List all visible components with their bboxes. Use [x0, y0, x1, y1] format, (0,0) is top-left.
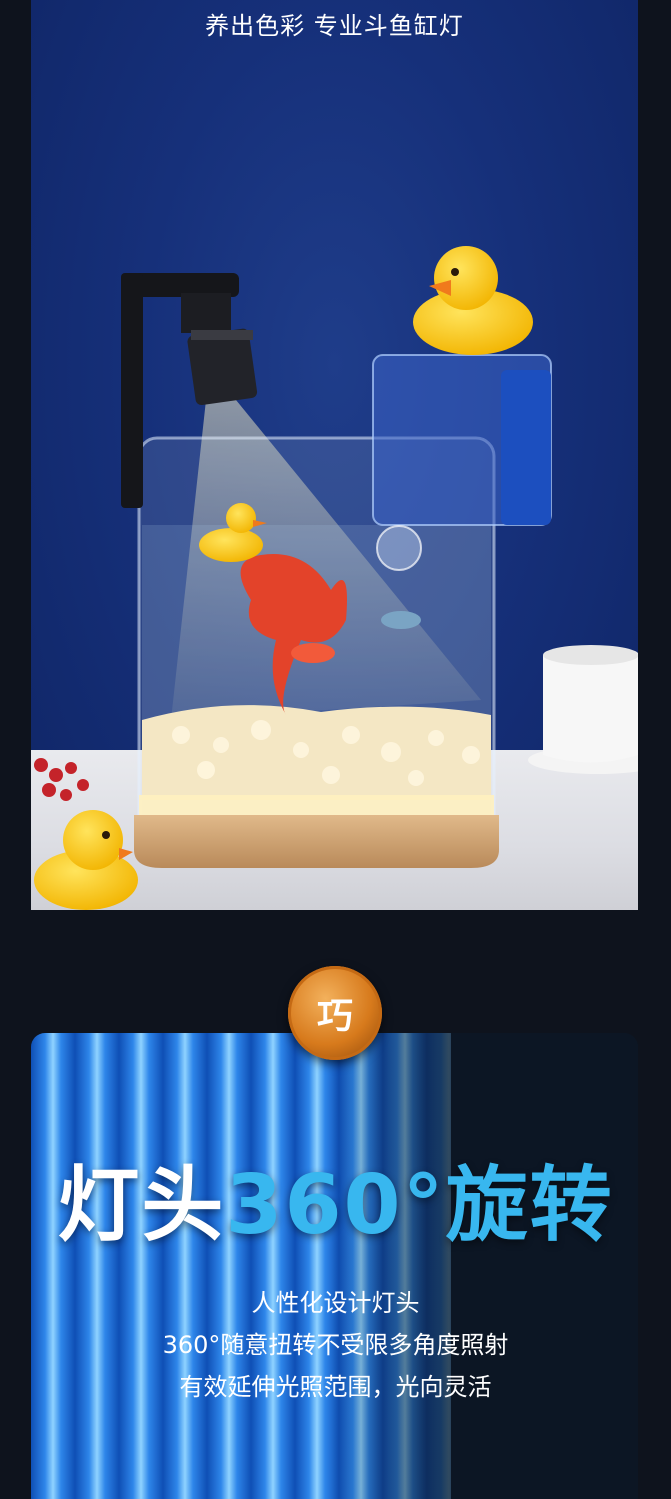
- feature-badge: 巧: [288, 966, 382, 1060]
- aquarium-illustration: [34, 246, 638, 910]
- headline-part1: 灯头: [57, 1158, 226, 1253]
- coffee-cup: [528, 645, 638, 774]
- front-duck: [34, 810, 138, 910]
- small-fish: [381, 611, 421, 629]
- headline-part2: 360°: [225, 1158, 446, 1253]
- product-hero-image: 养出色彩 专业斗鱼缸灯: [31, 0, 638, 910]
- feature-panel: [31, 1033, 638, 1499]
- pebbles: [142, 705, 491, 800]
- description-line: 人性化设计灯头: [251, 1289, 420, 1317]
- hero-title: 养出色彩 专业斗鱼缸灯: [205, 12, 464, 40]
- description-line: 有效延伸光照范围，光向灵活: [179, 1373, 492, 1401]
- wooden-base: [134, 815, 499, 868]
- led-ring: [139, 795, 494, 817]
- feature-description: 人性化设计灯头 360°随意扭转不受限多角度照射 有效延伸光照范围，光向灵活: [0, 1282, 671, 1408]
- description-line: 360°随意扭转不受限多角度照射: [162, 1331, 509, 1359]
- curtain-fade: [331, 1033, 638, 1499]
- badge-label: 巧: [316, 996, 353, 1037]
- feature-headline: 灯头360°旋转: [0, 1138, 671, 1257]
- top-duck: [413, 246, 533, 355]
- berries: [34, 758, 89, 801]
- headline-part3: 旋转: [445, 1158, 614, 1253]
